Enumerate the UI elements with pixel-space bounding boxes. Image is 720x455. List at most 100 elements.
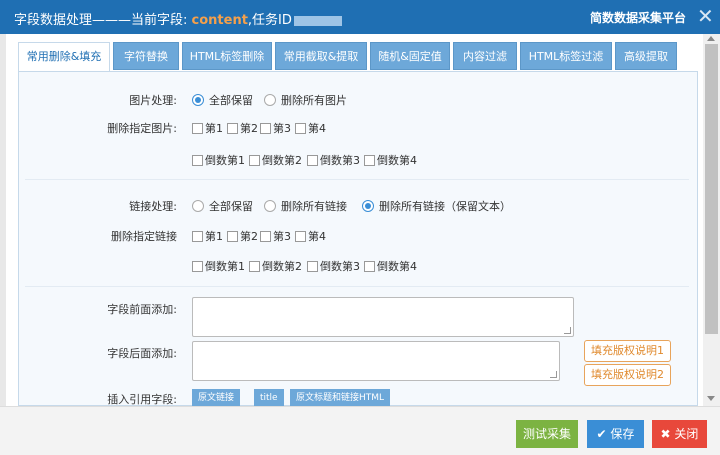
radio-label: 删除所有链接（保留文本）: [379, 200, 511, 213]
close-button[interactable]: ✖ 关闭: [652, 420, 707, 448]
scroll-thumb[interactable]: [705, 44, 718, 334]
insert-title-link-html-button[interactable]: 原文标题和链接HTML: [290, 389, 391, 406]
checkbox: [192, 230, 203, 242]
test-crawl-button[interactable]: 测试采集: [516, 420, 578, 448]
checkbox: [192, 122, 203, 134]
check-label: 倒数第2: [262, 154, 302, 167]
check-label: 倒数第3: [320, 260, 360, 273]
current-field-name: content: [191, 13, 248, 28]
tab-common-extract[interactable]: 常用截取&提取: [275, 42, 367, 70]
link-delete-all-radio[interactable]: 删除所有链接: [264, 198, 347, 214]
checkbox: [260, 230, 271, 242]
dialog-title: 字段数据处理———当前字段: content,任务ID: [14, 9, 342, 28]
check-label: 第1: [205, 122, 223, 135]
tab-advanced-extract[interactable]: 高级提取: [615, 42, 677, 70]
image-check-last-1[interactable]: 倒数第1: [192, 152, 245, 168]
check-label: 倒数第1: [205, 154, 245, 167]
link-delete-keep-text-radio[interactable]: 删除所有链接（保留文本）: [362, 198, 511, 214]
link-check-1[interactable]: 第1: [192, 228, 223, 244]
close-x-icon: ✖: [660, 427, 675, 441]
tab-random-fixed[interactable]: 随机&固定值: [370, 42, 450, 70]
checkbox: [192, 260, 203, 272]
image-keep-all-radio[interactable]: 全部保留: [192, 92, 253, 108]
check-label: 倒数第4: [377, 260, 417, 273]
check-icon: ✔: [596, 427, 611, 441]
tab-html-tag-delete[interactable]: HTML标签删除: [182, 42, 272, 70]
image-check-last-3[interactable]: 倒数第3: [307, 152, 360, 168]
insert-title-button[interactable]: title: [254, 389, 284, 406]
task-id-label: ,任务ID: [247, 13, 292, 28]
checkbox: [192, 154, 203, 166]
section-divider: [25, 286, 689, 287]
dialog-footer: 测试采集 ✔ 保存 ✖ 关闭: [0, 406, 720, 455]
task-id-redacted: [293, 15, 342, 26]
tab-html-tag-filter[interactable]: HTML标签过滤: [520, 42, 612, 70]
check-label: 倒数第1: [205, 260, 245, 273]
close-icon[interactable]: ✕: [697, 4, 714, 28]
image-check-1[interactable]: 第1: [192, 120, 223, 136]
image-check-last-4[interactable]: 倒数第4: [364, 152, 417, 168]
scroll-up-icon[interactable]: [707, 36, 715, 41]
vertical-scrollbar[interactable]: [703, 34, 720, 406]
delete-link-label: 删除指定链接: [111, 230, 177, 243]
prefix-label: 字段前面添加:: [107, 303, 177, 316]
tab-bar: 常用删除&填充 字符替换 HTML标签删除 常用截取&提取 随机&固定值 内容过…: [18, 42, 698, 72]
image-check-2[interactable]: 第2: [227, 120, 258, 136]
suffix-label: 字段后面添加:: [107, 347, 177, 360]
section-divider: [25, 179, 689, 180]
link-keep-all-radio[interactable]: 全部保留: [192, 198, 253, 214]
radio-unselected: [192, 200, 204, 212]
radio-label: 删除所有链接: [281, 200, 347, 213]
checkbox: [307, 154, 318, 166]
link-check-3[interactable]: 第3: [260, 228, 291, 244]
tab-char-replace[interactable]: 字符替换: [113, 42, 179, 70]
checkbox: [260, 122, 271, 134]
checkbox: [249, 154, 260, 166]
check-label: 倒数第3: [320, 154, 360, 167]
link-check-last-3[interactable]: 倒数第3: [307, 258, 360, 274]
insert-field-label: 插入引用字段:: [107, 393, 177, 406]
checkbox: [364, 154, 375, 166]
radio-selected: [192, 94, 204, 106]
link-check-last-1[interactable]: 倒数第1: [192, 258, 245, 274]
radio-selected: [362, 200, 374, 212]
close-label: 关闭: [674, 427, 699, 441]
tab-common-delete-fill[interactable]: 常用删除&填充: [18, 42, 110, 72]
link-check-2[interactable]: 第2: [227, 228, 258, 244]
image-delete-all-radio[interactable]: 删除所有图片: [264, 92, 347, 108]
radio-label: 全部保留: [209, 200, 253, 213]
insert-source-url-button[interactable]: 原文链接: [192, 389, 241, 406]
tab-content-filter[interactable]: 内容过滤: [453, 42, 517, 70]
brand-name: 简数数据采集平台: [590, 11, 687, 25]
check-label: 第3: [273, 122, 291, 135]
dialog-titlebar: 字段数据处理———当前字段: content,任务ID 简数数据采集平台 ✕: [0, 0, 720, 34]
radio-unselected: [264, 200, 276, 212]
save-button[interactable]: ✔ 保存: [587, 420, 644, 448]
scroll-down-icon[interactable]: [707, 396, 715, 401]
radio-unselected: [264, 94, 276, 106]
link-check-last-2[interactable]: 倒数第2: [249, 258, 302, 274]
delete-image-label: 删除指定图片:: [107, 122, 177, 135]
checkbox: [249, 260, 260, 272]
suffix-textarea[interactable]: [192, 341, 560, 381]
check-label: 第3: [273, 230, 291, 243]
check-label: 第4: [308, 122, 326, 135]
save-label: 保存: [610, 427, 635, 441]
check-label: 倒数第2: [262, 260, 302, 273]
check-label: 第1: [205, 230, 223, 243]
prefix-textarea[interactable]: [192, 297, 574, 337]
link-check-4[interactable]: 第4: [295, 228, 326, 244]
link-check-last-4[interactable]: 倒数第4: [364, 258, 417, 274]
dialog-body: 常用删除&填充 字符替换 HTML标签删除 常用截取&提取 随机&固定值 内容过…: [6, 34, 703, 406]
image-check-last-2[interactable]: 倒数第2: [249, 152, 302, 168]
check-label: 第2: [240, 230, 258, 243]
radio-label: 删除所有图片: [281, 94, 347, 107]
checkbox: [227, 122, 238, 134]
image-check-4[interactable]: 第4: [295, 120, 326, 136]
check-label: 倒数第4: [377, 154, 417, 167]
fill-copyright-1-button[interactable]: 填充版权说明1: [584, 340, 671, 362]
fill-copyright-2-button[interactable]: 填充版权说明2: [584, 364, 671, 386]
title-prefix: 字段数据处理———当前字段:: [14, 13, 192, 28]
check-label: 第4: [308, 230, 326, 243]
image-check-3[interactable]: 第3: [260, 120, 291, 136]
